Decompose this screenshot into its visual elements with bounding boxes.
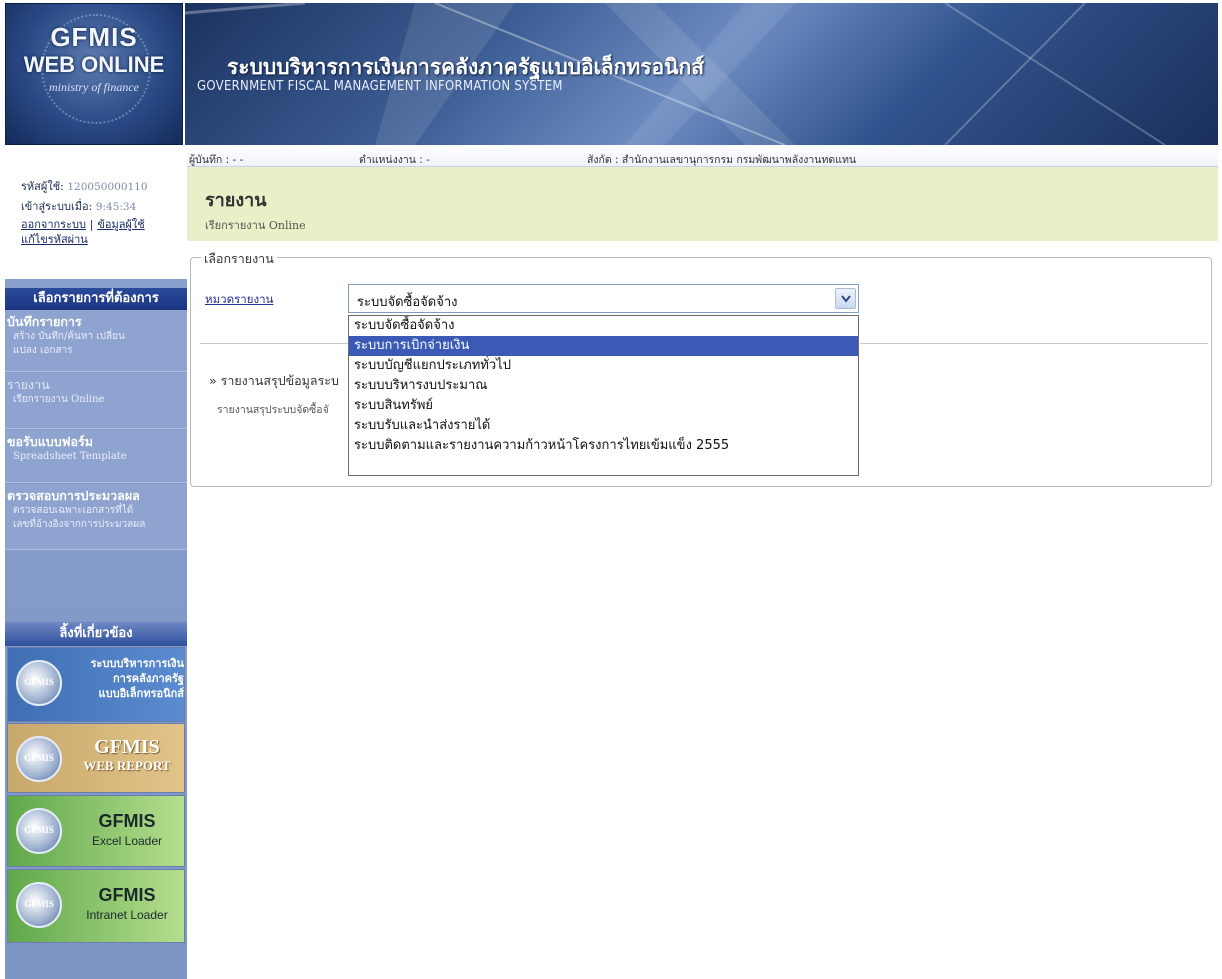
gfmis-main-link[interactable]: GFMIS ระบบบริหารการเงิน การคลังภาครัฐ แบ… — [7, 647, 185, 722]
position-info: ตำแหน่งงาน : - — [359, 154, 430, 166]
link-line2: WEB REPORT — [83, 758, 171, 773]
login-time-label: เข้าสู่ระบบเมื่อ: — [21, 200, 93, 213]
logo-line2: WEB ONLINE — [23, 52, 165, 77]
sidebar-item-processing-check[interactable]: ตรวจสอบการประมวลผล ตรวจสอบเฉพาะเอกสารที่… — [5, 484, 187, 550]
dropdown-option[interactable]: ระบบติดตามและรายงานความก้าวหน้าโครงการไท… — [349, 436, 858, 456]
system-title-english: GOVERNMENT FISCAL MANAGEMENT INFORMATION… — [197, 79, 563, 94]
gfmis-intranet-loader-link[interactable]: GFMIS GFMIS Intranet Loader — [7, 869, 185, 943]
affiliation-info: สังกัด : สำนักงานเลขานุการกรม กรมพัฒนาพล… — [587, 154, 857, 166]
sidebar-item-desc: เรียกรายงาน Online — [13, 394, 105, 405]
user-info-link[interactable]: ข้อมูลผู้ใช้ — [97, 218, 144, 231]
report-category-label[interactable]: หมวดรายงาน — [205, 291, 273, 309]
link-line1: GFMIS — [98, 811, 156, 831]
link-line2: การคลังภาครัฐ — [113, 672, 184, 685]
related-links-title: ลิ้งที่เกี่ยวข้อง — [5, 622, 187, 646]
gfmis-web-report-link[interactable]: GFMIS GFMIS WEB REPORT — [7, 723, 185, 793]
link-line1: GFMIS — [98, 885, 156, 905]
sidebar-item-label: บันทึกรายการ — [7, 314, 82, 329]
report-summary-link[interactable]: » รายงานสรุปข้อมูลระบ — [209, 371, 348, 391]
sidebar-item-desc: เลขที่อ้างอิงจากการประมวลผล — [13, 519, 146, 530]
link-line2: Excel Loader — [91, 834, 163, 848]
sidebar: รหัสผู้ใช้: 120050000110 เข้าสู่ระบบเมื่… — [5, 147, 187, 979]
gfmis-emblem-icon: GFMIS — [16, 736, 62, 782]
sidebar-item-record[interactable]: บันทึกรายการ สร้าง บันทึก/ค้นหา เปลี่ยน … — [5, 310, 187, 372]
sidebar-item-report[interactable]: รายงาน เรียกรายงาน Online — [5, 373, 187, 429]
sidebar-item-label: ตรวจสอบการประมวลผล — [7, 488, 140, 503]
gfmis-web-online-logo: GFMIS WEB ONLINE ministry of finance — [5, 3, 183, 145]
dropdown-option[interactable]: ระบบจัดซื้อจัดจ้าง — [349, 316, 858, 336]
login-time-row: เข้าสู่ระบบเมื่อ: 9:45:34 — [21, 197, 187, 217]
logout-link[interactable]: ออกจากระบบ — [21, 218, 86, 231]
menu-section-title: เลือกรายการที่ต้องการ — [5, 288, 187, 310]
link-line3: แบบอิเล็กทรอนิกส์ — [98, 687, 184, 700]
logo-line3: ministry of finance — [49, 80, 139, 94]
selected-category-value: ระบบจัดซื้อจัดจ้าง — [357, 295, 458, 310]
divider — [860, 343, 1208, 344]
dropdown-option[interactable]: ระบบบัญชีแยกประเภททั่วไป — [349, 356, 858, 376]
gfmis-emblem-icon: GFMIS — [16, 660, 62, 706]
login-time-value: 9:45:34 — [95, 201, 137, 213]
change-password-link[interactable]: แก้ไขรหัสผ่าน — [21, 233, 88, 246]
dropdown-option-highlighted[interactable]: ระบบการเบิกจ่ายเงิน — [349, 336, 858, 356]
dropdown-option[interactable]: ระบบบริหารงบประมาณ — [349, 376, 858, 396]
logo-line1: GFMIS — [50, 22, 138, 52]
header-banner: ระบบบริหารการเงินการคลังภาครัฐแบบอิเล็กท… — [185, 3, 1218, 145]
user-info-panel: รหัสผู้ใช้: 120050000110 เข้าสู่ระบบเมื่… — [5, 147, 187, 279]
user-info-bar: ผู้บันทึก : - - ตำแหน่งงาน : - สังกัด : … — [187, 147, 1218, 167]
link-separator: | — [89, 218, 94, 231]
sidebar-item-forms[interactable]: ขอรับแบบฟอร์ม Spreadsheet Template — [5, 430, 187, 483]
sidebar-item-label: ขอรับแบบฟอร์ม — [7, 434, 93, 449]
user-id-label: รหัสผู้ใช้: — [21, 180, 64, 193]
recorder-info: ผู้บันทึก : - - — [189, 154, 244, 166]
user-id-value: 120050000110 — [67, 181, 148, 193]
sidebar-item-desc: แปลง เอกสาร — [13, 345, 73, 356]
sidebar-item-label: รายงาน — [7, 377, 50, 392]
chevron-down-icon[interactable] — [835, 288, 856, 309]
header: GFMIS WEB ONLINE ministry of finance ระบ… — [0, 0, 1222, 147]
link-line1: ระบบบริหารการเงิน — [90, 657, 184, 670]
sidebar-item-desc: Spreadsheet Template — [13, 451, 127, 462]
sidebar-item-desc: ตรวจสอบเฉพาะเอกสารที่ได้ — [13, 505, 134, 516]
dropdown-option[interactable]: ระบบรับและนำส่งรายได้ — [349, 416, 858, 436]
user-id-row: รหัสผู้ใช้: 120050000110 — [21, 177, 187, 197]
report-selection-legend: เลือกรายงาน — [201, 249, 277, 269]
link-line1: GFMIS — [94, 736, 160, 758]
gfmis-emblem-icon: GFMIS — [16, 882, 62, 928]
divider — [200, 343, 348, 344]
link-line2: Intranet Loader — [86, 908, 168, 922]
report-category-select[interactable]: ระบบจัดซื้อจัดจ้าง — [348, 284, 859, 313]
page-header: รายงาน เรียกรายงาน Online — [187, 167, 1218, 241]
report-category-dropdown[interactable]: ระบบจัดซื้อจัดจ้าง ระบบการเบิกจ่ายเงิน ร… — [348, 315, 859, 476]
report-summary-desc: รายงานสรุประบบจัดซื้อจั — [217, 404, 329, 416]
page-subtitle: เรียกรายงาน Online — [205, 219, 306, 232]
gfmis-excel-loader-link[interactable]: GFMIS GFMIS Excel Loader — [7, 795, 185, 867]
sidebar-item-desc: สร้าง บันทึก/ค้นหา เปลี่ยน — [13, 331, 125, 342]
page-title: รายงาน — [205, 190, 267, 211]
gfmis-emblem-icon: GFMIS — [16, 808, 62, 854]
dropdown-option[interactable]: ระบบสินทรัพย์ — [349, 396, 858, 416]
